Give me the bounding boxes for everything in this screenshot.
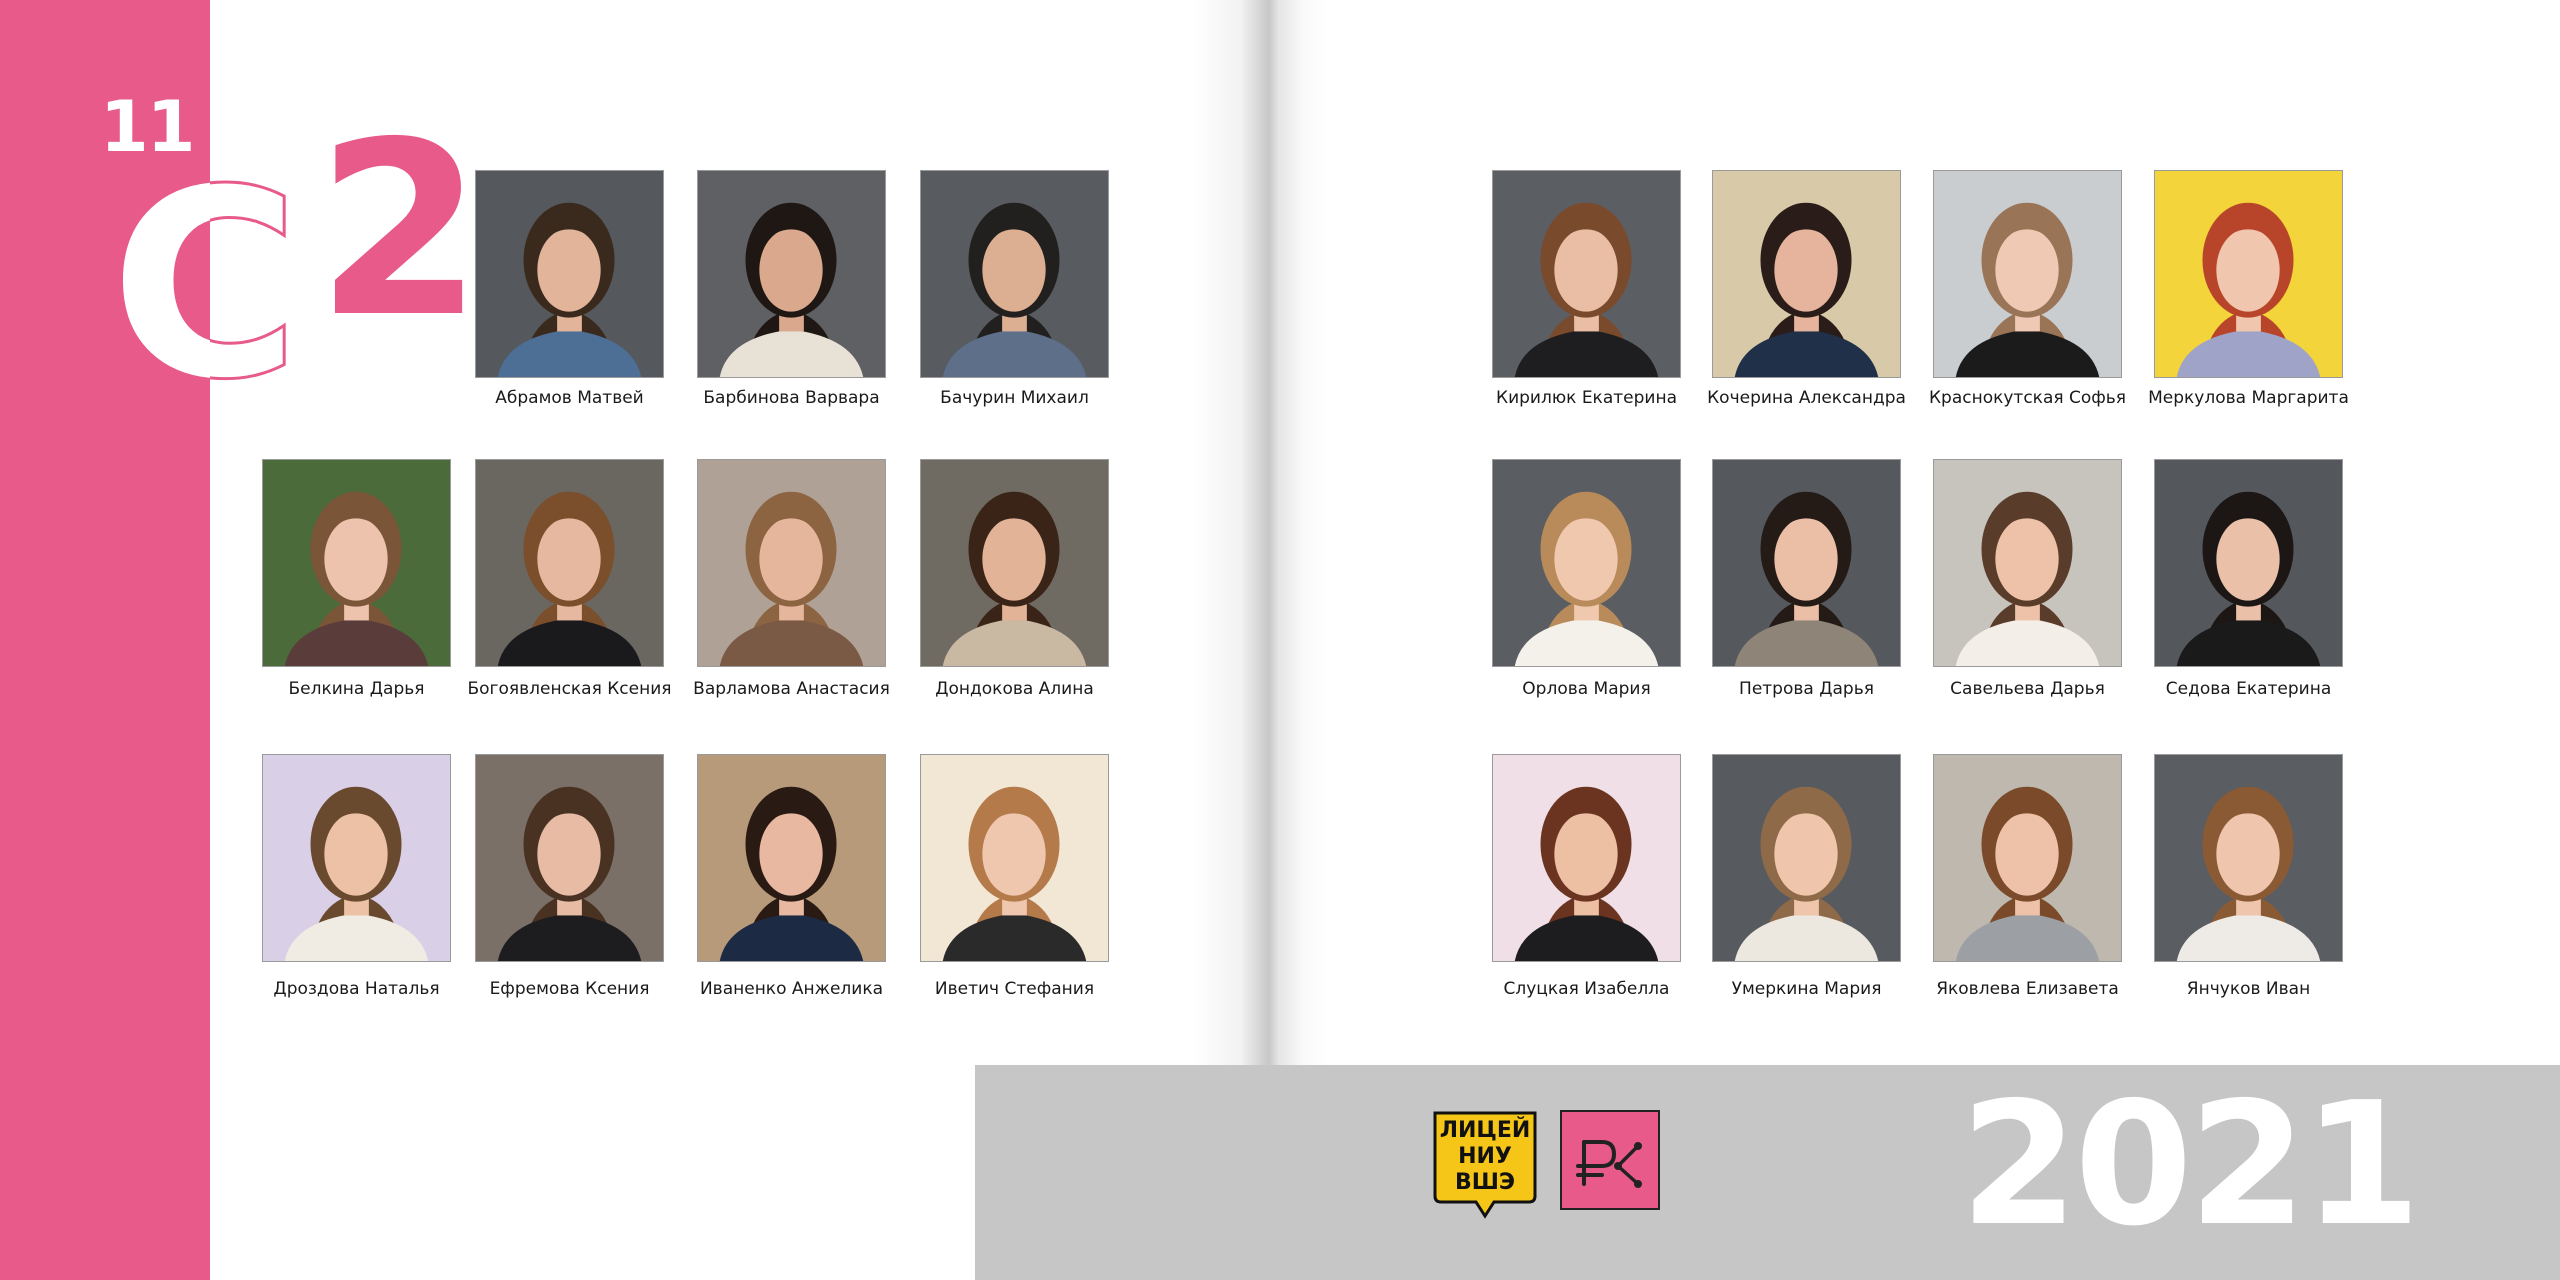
portrait-photo [1934,460,2121,666]
left-student-name-8: Ефремова Ксения [489,979,650,999]
left-portrait-5 [697,459,886,667]
left-student-name-5: Варламова Анастасия [693,679,890,699]
right-student-name-8: Слуцкая Изабелла [1503,979,1670,999]
class-number: 2 [316,90,483,370]
portrait-photo [1493,171,1680,377]
portrait-photo [921,755,1108,961]
portrait-photo [476,460,663,666]
right-student-name-7: Седова Екатерина [2165,679,2332,699]
right-student-name-10: Яковлева Елизавета [1936,979,2119,999]
portrait-photo [1493,755,1680,961]
right-portrait-1 [1712,170,1901,378]
portrait-photo [698,171,885,377]
lyceum-logo-line-3: ВШЭ [1454,1170,1516,1195]
right-portrait-10 [1933,754,2122,962]
right-portrait-9 [1712,754,1901,962]
right-student-name-1: Кочерина Александра [1707,388,1906,408]
left-student-name-10: Иветич Стефания [934,979,1095,999]
portrait-photo [1713,171,1900,377]
left-portrait-1 [697,170,886,378]
left-portrait-10 [920,754,1109,962]
lyceum-logo-line-2: НИУ [1458,1144,1512,1169]
left-student-name-4: Богоявленская Ксения [467,679,672,699]
right-student-name-2: Краснокутская Софья [1928,388,2127,408]
right-portrait-3 [2154,170,2343,378]
right-portrait-11 [2154,754,2343,962]
lyceum-logo: ЛИЦЕЙ НИУ ВШЭ [1432,1110,1538,1220]
portrait-photo [476,171,663,377]
lyceum-logo-line-1: ЛИЦЕЙ [1439,1118,1531,1143]
portrait-photo [1713,460,1900,666]
left-student-name-7: Дроздова Наталья [273,979,440,999]
portrait-photo [921,460,1108,666]
left-student-name-3: Белкина Дарья [288,679,425,699]
left-portrait-4 [475,459,664,667]
portrait-photo [921,171,1108,377]
right-portrait-6 [1933,459,2122,667]
right-student-name-3: Меркулова Маргарита [2148,388,2349,408]
left-portrait-2 [920,170,1109,378]
year-label: 2021 [1960,1066,2421,1264]
portrait-photo [263,460,450,666]
left-portrait-3 [262,459,451,667]
portrait-photo [2155,171,2342,377]
right-student-name-4: Орлова Мария [1522,679,1651,699]
portrait-photo [1713,755,1900,961]
left-portrait-9 [697,754,886,962]
right-portrait-0 [1492,170,1681,378]
right-portrait-5 [1712,459,1901,667]
right-portrait-7 [2154,459,2343,667]
portrait-photo [2155,460,2342,666]
portrait-photo [2155,755,2342,961]
portrait-photo [476,755,663,961]
ruble-share-logo [1560,1110,1660,1210]
portrait-photo [263,755,450,961]
portrait-photo [1934,755,2121,961]
right-portrait-4 [1492,459,1681,667]
right-portrait-8 [1492,754,1681,962]
right-student-name-0: Кирилюк Екатерина [1496,388,1677,408]
right-student-name-9: Умеркина Мария [1731,979,1882,999]
left-student-name-0: Абрамов Матвей [495,388,644,408]
right-portrait-2 [1933,170,2122,378]
left-student-name-1: Барбинова Варвара [703,388,880,408]
left-student-name-6: Дондокова Алина [935,679,1094,699]
portrait-photo [698,460,885,666]
right-student-name-6: Савельева Дарья [1950,679,2105,699]
left-portrait-6 [920,459,1109,667]
grade-number: 11 [100,86,195,168]
left-portrait-0 [475,170,664,378]
portrait-photo [1934,171,2121,377]
left-portrait-8 [475,754,664,962]
left-student-name-2: Бачурин Михаил [940,388,1089,408]
left-portrait-7 [262,754,451,962]
portrait-photo [698,755,885,961]
left-student-name-9: Иваненко Анжелика [699,979,884,999]
ruble-share-icon [1576,1140,1642,1188]
right-student-name-11: Янчуков Иван [2186,979,2311,999]
right-student-name-5: Петрова Дарья [1739,679,1874,699]
portrait-photo [1493,460,1680,666]
class-letter-graphic: С С [110,175,302,395]
